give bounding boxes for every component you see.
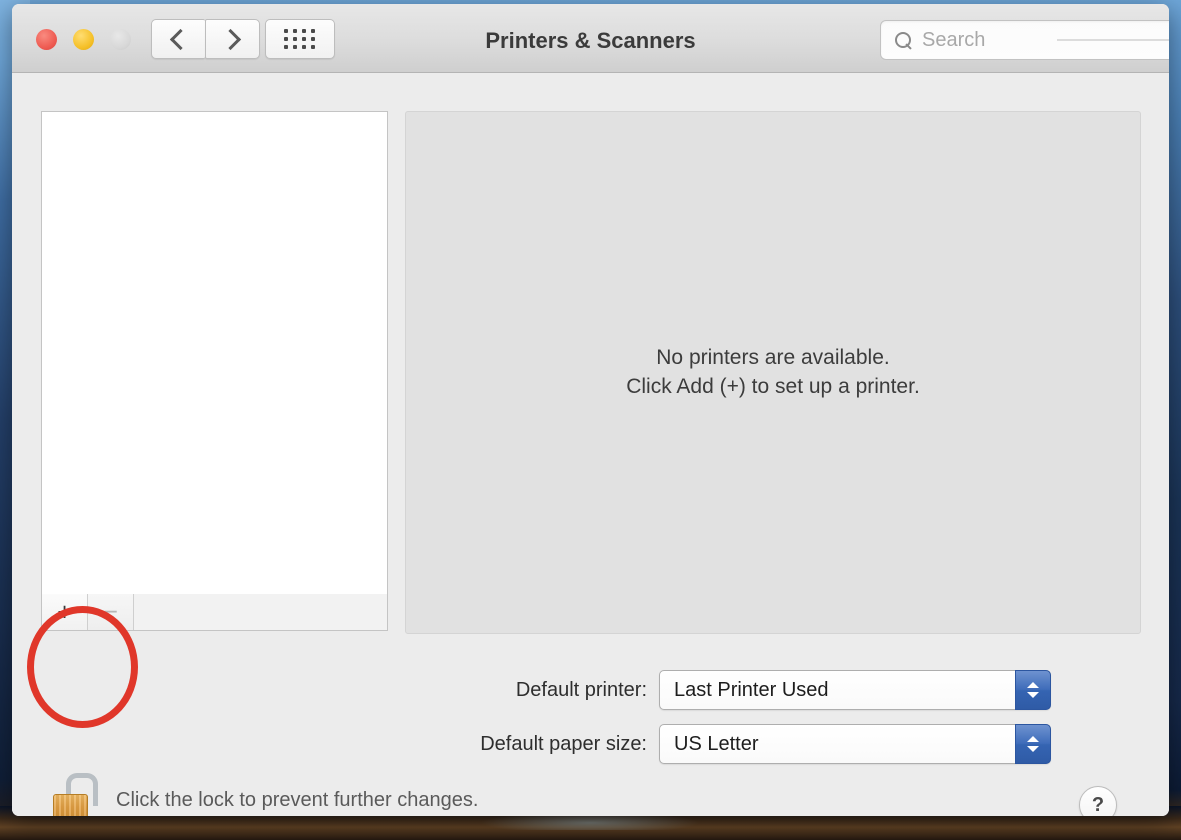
default-paper-size-row: Default paper size: US Letter <box>12 724 1051 764</box>
default-paper-size-label: Default paper size: <box>480 732 647 755</box>
lock-row: Click the lock to prevent further change… <box>48 773 478 816</box>
window-body: + − No printers are available. Click Add… <box>12 73 1169 816</box>
printers-and-scanners-window: Printers & Scanners Search + − No printe… <box>12 4 1169 816</box>
default-paper-size-select[interactable]: US Letter <box>659 724 1051 764</box>
empty-state-line-2: Click Add (+) to set up a printer. <box>626 374 920 398</box>
lock-hint-text: Click the lock to prevent further change… <box>116 788 479 811</box>
empty-state-line-1: No printers are available. <box>656 345 890 369</box>
default-printer-select[interactable]: Last Printer Used <box>659 670 1051 710</box>
remove-printer-button: − <box>88 594 134 630</box>
add-printer-button[interactable]: + <box>42 594 88 630</box>
help-button[interactable]: ? <box>1079 786 1117 816</box>
empty-state-message: No printers are available. Click Add (+)… <box>626 344 920 401</box>
default-printer-stepper-icon[interactable] <box>1015 670 1051 710</box>
search-divider <box>1057 39 1169 41</box>
search-icon <box>895 31 912 49</box>
default-printer-row: Default printer: Last Printer Used <box>12 670 1051 710</box>
default-printer-value: Last Printer Used <box>674 678 829 701</box>
printer-list-toolbar: + − <box>41 594 388 631</box>
lock-open-icon[interactable] <box>48 773 98 816</box>
printer-list[interactable] <box>41 111 388 596</box>
search-placeholder: Search <box>922 28 986 51</box>
window-titlebar: Printers & Scanners Search <box>12 4 1169 73</box>
search-input[interactable]: Search <box>880 20 1169 60</box>
default-paper-size-stepper-icon[interactable] <box>1015 724 1051 764</box>
default-paper-size-value: US Letter <box>674 732 759 755</box>
default-printer-label: Default printer: <box>515 678 647 701</box>
printer-detail-panel: No printers are available. Click Add (+)… <box>405 111 1141 634</box>
